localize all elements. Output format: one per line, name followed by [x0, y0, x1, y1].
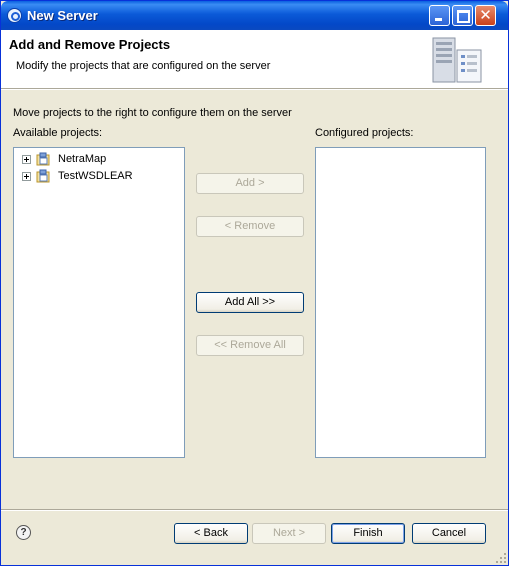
- page-title: Add and Remove Projects: [9, 37, 171, 52]
- banner-divider-highlight: [1, 89, 508, 90]
- new-server-dialog: New Server ✕ Add and Remove Projects Mod…: [0, 0, 509, 566]
- project-folder-icon: [36, 169, 50, 183]
- page-description: Modify the projects that are configured …: [16, 60, 271, 72]
- maximize-icon: [457, 10, 470, 23]
- maximize-button[interactable]: [452, 5, 473, 26]
- tree-item-label: TestWSDLEAR: [58, 170, 133, 182]
- minimize-button[interactable]: [429, 5, 450, 26]
- wizard-banner: Add and Remove Projects Modify the proje…: [1, 30, 508, 88]
- next-button[interactable]: Next >: [252, 523, 326, 544]
- instruction-text: Move projects to the right to configure …: [13, 107, 292, 119]
- help-icon[interactable]: ?: [16, 525, 31, 540]
- expand-icon[interactable]: [22, 172, 31, 181]
- remove-all-button[interactable]: << Remove All: [196, 335, 304, 356]
- close-icon: ✕: [479, 6, 492, 24]
- expand-icon[interactable]: [22, 155, 31, 164]
- project-folder-icon: [36, 152, 50, 166]
- available-projects-list[interactable]: NetraMap TestWSDLEAR: [13, 147, 185, 458]
- footer-divider-highlight: [1, 510, 508, 511]
- configured-projects-list[interactable]: [315, 147, 486, 458]
- remove-button[interactable]: < Remove: [196, 216, 304, 237]
- back-button[interactable]: < Back: [174, 523, 248, 544]
- close-button[interactable]: ✕: [475, 5, 496, 26]
- add-button[interactable]: Add >: [196, 173, 304, 194]
- eclipse-icon: [7, 8, 22, 23]
- available-projects-label: Available projects:: [13, 127, 103, 139]
- cancel-button[interactable]: Cancel: [412, 523, 486, 544]
- minimize-icon: [435, 18, 442, 21]
- server-wizard-icon: [432, 37, 482, 83]
- finish-button[interactable]: Finish: [331, 523, 405, 544]
- title-bar[interactable]: New Server ✕: [1, 1, 508, 30]
- tree-item-label: NetraMap: [58, 153, 107, 165]
- configured-projects-label: Configured projects:: [315, 127, 414, 139]
- resize-grip-icon[interactable]: [495, 552, 507, 564]
- add-all-button[interactable]: Add All >>: [196, 292, 304, 313]
- window-title: New Server: [27, 8, 98, 23]
